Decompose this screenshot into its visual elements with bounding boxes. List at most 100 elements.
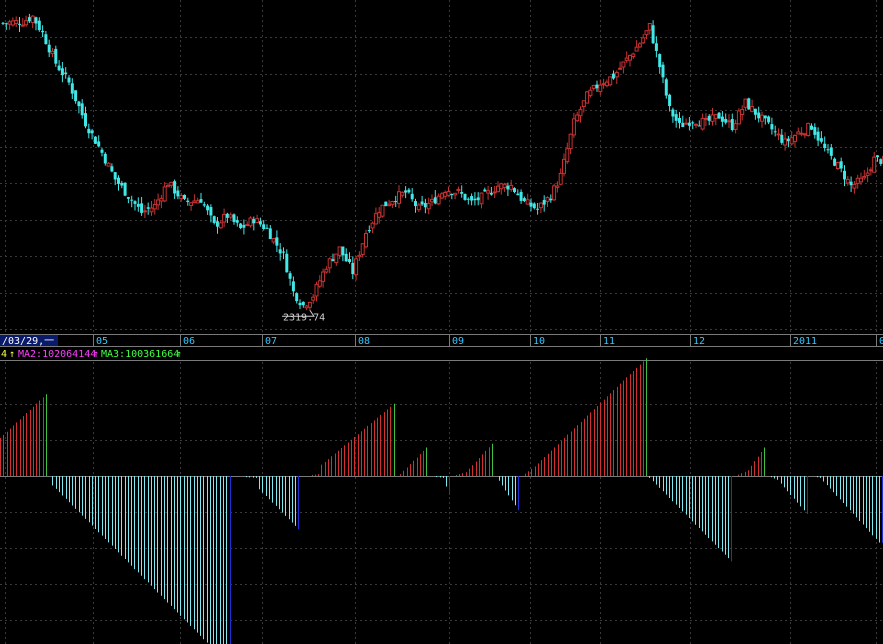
candle-body [423, 202, 427, 208]
candle-body [314, 283, 319, 297]
candle-body [341, 246, 345, 256]
candle-body [601, 83, 606, 86]
candle-body [285, 253, 289, 273]
candle-body [736, 110, 741, 125]
stock-chart[interactable]: 2319.74 /03/29,一 0506070809101112201102 … [0, 0, 883, 644]
candle-body [463, 193, 467, 200]
candle-body [57, 65, 61, 71]
candle-body [460, 191, 464, 194]
candle-body [631, 53, 636, 58]
candle-body [377, 212, 382, 218]
candle-body [140, 203, 144, 213]
candle-body [549, 198, 553, 201]
candle-body [74, 90, 78, 102]
candle-body [661, 64, 665, 78]
candle [552, 183, 557, 201]
candle-body [370, 222, 375, 229]
candle-body [212, 216, 216, 223]
candle-body [331, 259, 335, 261]
candle-body [473, 198, 477, 201]
ma3-arrow: ↑ [176, 349, 182, 360]
candle-body [799, 132, 804, 135]
candle-body [14, 20, 19, 24]
candle-body [641, 37, 646, 44]
candle-body [268, 228, 272, 240]
candle-body [275, 237, 279, 246]
candle-body [288, 273, 292, 279]
candle-body [258, 221, 262, 225]
candle-body [879, 159, 883, 164]
candle-body [27, 17, 31, 22]
candle-body [110, 166, 114, 172]
candle-body [354, 258, 359, 276]
candle-body [239, 223, 243, 229]
ma2-arrow: ↑ [93, 349, 99, 360]
candle-body [826, 149, 830, 151]
candle-body [637, 43, 642, 48]
candle-body [796, 131, 801, 135]
candle-body [727, 120, 731, 123]
candle-body [545, 197, 550, 202]
time-axis-label: 02 [879, 336, 883, 347]
candle-body [770, 124, 774, 130]
candle-body [678, 117, 681, 123]
candle-body [687, 122, 691, 126]
candle [736, 108, 741, 125]
candle-body [668, 94, 672, 107]
candle-body [703, 117, 708, 120]
candle-body [93, 136, 97, 144]
candle [123, 182, 127, 197]
candle-body [387, 203, 392, 207]
candle-body [133, 201, 137, 204]
candle-body [103, 153, 107, 164]
candle [806, 122, 811, 137]
candle-body [225, 213, 229, 218]
candle-body [80, 103, 84, 116]
candle-body [173, 181, 177, 194]
candle-body [54, 48, 58, 64]
candle-body [176, 190, 180, 197]
candle-body [823, 143, 827, 149]
candle-body [654, 43, 658, 51]
candle-body [390, 200, 395, 205]
candle-body [453, 192, 458, 196]
candle-body [202, 204, 206, 206]
time-axis-label: 07 [265, 336, 277, 347]
candle-body [466, 198, 470, 200]
candle-body [833, 158, 837, 166]
candle-body [10, 20, 15, 26]
candle-body [810, 125, 813, 130]
candle-body [367, 230, 371, 232]
candle-body [486, 190, 491, 194]
candle-body [753, 108, 757, 115]
candle-body [77, 101, 81, 107]
candle-body [30, 15, 35, 24]
candle-body [307, 301, 312, 308]
candle-body [499, 183, 504, 190]
candle-body [644, 30, 649, 36]
candle-body [733, 123, 738, 130]
candle [463, 193, 467, 201]
candle-body [776, 133, 781, 136]
candle-body [351, 262, 355, 275]
candle-body [265, 227, 269, 229]
candle-body [298, 302, 302, 306]
candle-body [591, 84, 596, 89]
candle-body [536, 208, 540, 210]
candle-body [780, 134, 784, 143]
candle-body [578, 109, 583, 117]
candle-body [414, 201, 417, 207]
candle-body [169, 181, 174, 186]
candle-body [647, 22, 652, 31]
candle-body [222, 213, 227, 223]
candle-body [120, 182, 124, 186]
candle-body [152, 203, 157, 210]
candle-body [532, 203, 536, 209]
candle-body [522, 198, 526, 202]
candle-body [855, 177, 860, 185]
candle-body [845, 178, 850, 184]
candle-body [456, 188, 461, 191]
time-axis-label: 10 [533, 336, 545, 347]
candle-body [700, 117, 705, 130]
candle-body [612, 73, 615, 79]
